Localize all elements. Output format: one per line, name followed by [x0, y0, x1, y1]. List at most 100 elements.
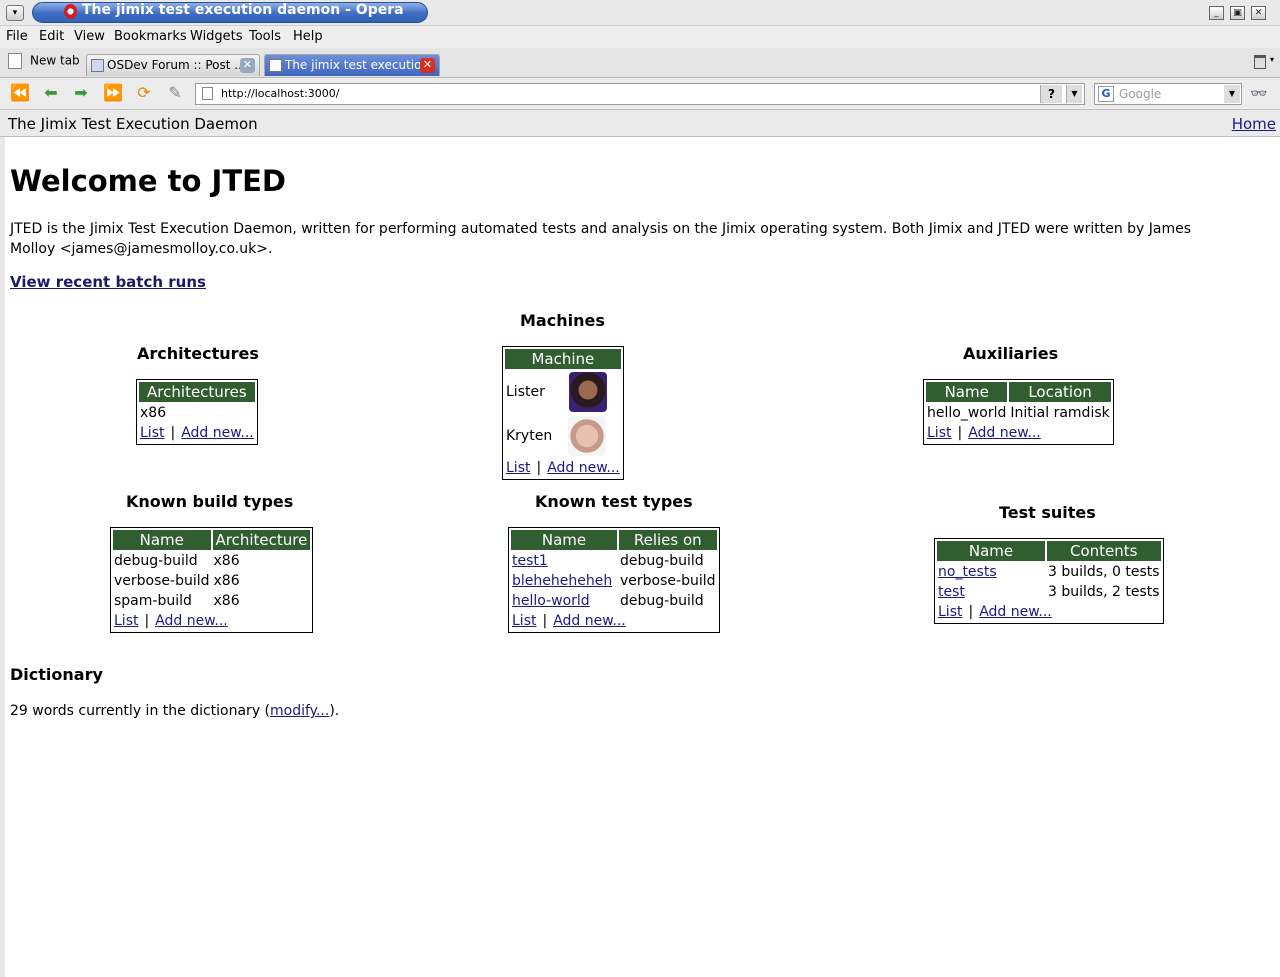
forum-favicon-icon — [91, 59, 104, 72]
recent-batch-runs-link[interactable]: View recent batch runs — [10, 273, 206, 291]
architectures-add-link[interactable]: Add new... — [181, 425, 254, 441]
build-types-add-link[interactable]: Add new... — [155, 613, 228, 629]
home-link[interactable]: Home — [1232, 115, 1276, 133]
machines-add-link[interactable]: Add new... — [547, 460, 620, 476]
rewind-icon[interactable]: ⏪ — [9, 82, 31, 104]
test-types-title: Known test types — [535, 492, 693, 511]
tab-bar: New tab OSDev Forum :: Post ... ✕ The ji… — [0, 48, 1280, 78]
machine-name: Lister — [506, 384, 545, 400]
menu-edit[interactable]: Edit — [39, 29, 64, 44]
build-types-table: Name Architecture debug-build x86 verbos… — [110, 527, 314, 633]
fast-forward-icon[interactable]: ⏩ — [102, 82, 124, 104]
dictionary-title: Dictionary — [10, 665, 103, 684]
lister-avatar — [569, 372, 608, 412]
auxiliaries-add-link[interactable]: Add new... — [968, 425, 1041, 441]
trash-dropdown-icon[interactable]: ▾ — [1270, 55, 1274, 64]
window-title: The jimix test execution daemon - Opera — [82, 2, 404, 18]
test-types-list-link[interactable]: List — [512, 613, 536, 629]
build-name-cell: debug-build — [114, 553, 198, 569]
build-arch-header: Architecture — [212, 530, 311, 550]
build-arch-cell: x86 — [213, 593, 240, 609]
auxiliaries-list-link[interactable]: List — [927, 425, 951, 441]
back-icon[interactable]: ⬅ — [40, 82, 62, 104]
test-type-link[interactable]: blehehehehe​h — [512, 573, 612, 589]
build-types-title: Known build types — [126, 492, 294, 511]
menu-bar: File Edit View Bookmarks Widgets Tools H… — [0, 26, 1280, 48]
architectures-list-link[interactable]: List — [140, 425, 164, 441]
test-type-link[interactable]: test1 — [512, 553, 548, 569]
edit-icon[interactable]: ✎ — [164, 82, 186, 104]
new-tab-button[interactable]: New tab — [8, 53, 80, 69]
page-content: Welcome to JTED JTED is the Jimix Test E… — [0, 137, 1280, 977]
test-suites-list-link[interactable]: List — [938, 604, 962, 620]
menu-view[interactable]: View — [74, 29, 105, 44]
menu-tools[interactable]: Tools — [249, 29, 281, 44]
test-suite-link[interactable]: test — [938, 584, 965, 600]
help-button[interactable]: ? — [1040, 85, 1062, 103]
table-row: Lister — [505, 371, 621, 413]
aux-location-header: Location — [1009, 382, 1111, 402]
architectures-table: Architectures x86 List | Add new... — [136, 379, 258, 445]
address-input[interactable]: http://localhost:3000/ ? ▼ — [195, 83, 1085, 105]
build-types-list-link[interactable]: List — [114, 613, 138, 629]
search-dropdown-icon[interactable]: ▼ — [1224, 85, 1240, 103]
menu-file[interactable]: File — [6, 29, 28, 44]
menu-bookmarks[interactable]: Bookmarks — [114, 29, 187, 44]
test-type-link[interactable]: hello-world — [512, 593, 590, 609]
test-suite-link[interactable]: no_tests — [938, 564, 997, 580]
test-suites-add-link[interactable]: Add new... — [979, 604, 1052, 620]
restore-icon[interactable]: ▣ — [1230, 6, 1245, 20]
reload-icon[interactable]: ⟳ — [133, 82, 155, 104]
test-suites-table: Name Contents no_tests 3 builds, 0 tests… — [934, 538, 1164, 624]
test-name-header: Name — [511, 530, 617, 550]
suite-name-header: Name — [937, 541, 1045, 561]
test-relies-cell: verbose-build — [620, 573, 716, 589]
test-relies-cell: debug-build — [620, 553, 704, 569]
dictionary-text: 29 words currently in the dictionary (mo… — [10, 703, 339, 719]
search-input[interactable]: G Google ▼ — [1094, 83, 1242, 105]
suite-contents-cell: 3 builds, 2 tests — [1048, 584, 1160, 600]
suite-contents-cell: 3 builds, 0 tests — [1048, 564, 1160, 580]
architecture-cell: x86 — [140, 405, 167, 421]
aux-name-header: Name — [926, 382, 1008, 402]
table-row: x86 — [139, 404, 255, 422]
tab-osdev[interactable]: OSDev Forum :: Post ... ✕ — [86, 54, 260, 76]
close-tab-icon[interactable]: ✕ — [240, 58, 255, 73]
site-title: The Jimix Test Execution Daemon — [8, 115, 258, 133]
page-title: Welcome to JTED — [10, 164, 286, 198]
architectures-header: Architectures — [139, 382, 255, 402]
auxiliaries-title: Auxiliaries — [963, 344, 1059, 363]
dictionary-modify-link[interactable]: modify... — [270, 703, 329, 719]
address-dropdown-icon[interactable]: ▼ — [1066, 85, 1082, 103]
forward-icon[interactable]: ➡ — [70, 82, 92, 104]
close-tab-icon[interactable]: ✕ — [420, 58, 435, 73]
build-name-header: Name — [113, 530, 211, 550]
machines-table: Machine Lister Kryten List | Add new... — [502, 346, 624, 480]
page-favicon-icon — [269, 59, 282, 72]
machine-header: Machine — [505, 349, 621, 369]
tab-osdev-label: OSDev Forum :: Post ... — [107, 58, 246, 72]
tab-jimix-label: The jimix test executio... — [285, 58, 433, 72]
test-types-add-link[interactable]: Add new... — [553, 613, 626, 629]
dictionary-suffix: ). — [329, 703, 340, 719]
address-toolbar: ⏪ ⬅ ➡ ⏩ ⟳ ✎ http://localhost:3000/ ? ▼ G… — [0, 78, 1280, 110]
close-window-icon[interactable]: ✕ — [1251, 6, 1266, 20]
new-tab-label: New tab — [30, 53, 80, 68]
menu-help[interactable]: Help — [293, 29, 323, 44]
opera-logo-icon — [64, 4, 77, 19]
glasses-icon[interactable]: 👓 — [1250, 86, 1267, 102]
tab-jimix[interactable]: The jimix test executio... ✕ — [264, 54, 440, 76]
architectures-title: Architectures — [137, 344, 259, 363]
window-menu-chevron-icon[interactable]: ▾ — [6, 5, 24, 21]
menu-widgets[interactable]: Widgets — [190, 29, 243, 44]
machines-list-link[interactable]: List — [506, 460, 530, 476]
table-row: test 3 builds, 2 tests — [937, 583, 1161, 601]
auxiliaries-table: Name Location hello_world Initial ramdis… — [923, 379, 1114, 445]
machines-title: Machines — [520, 311, 605, 330]
minimize-icon[interactable]: _ — [1209, 6, 1224, 20]
table-row: debug-build x86 — [113, 552, 310, 570]
build-name-cell: verbose-build — [114, 573, 210, 589]
test-relies-header: Relies on — [619, 530, 717, 550]
trash-icon[interactable] — [1254, 55, 1266, 69]
build-name-cell: spam-build — [114, 593, 192, 609]
